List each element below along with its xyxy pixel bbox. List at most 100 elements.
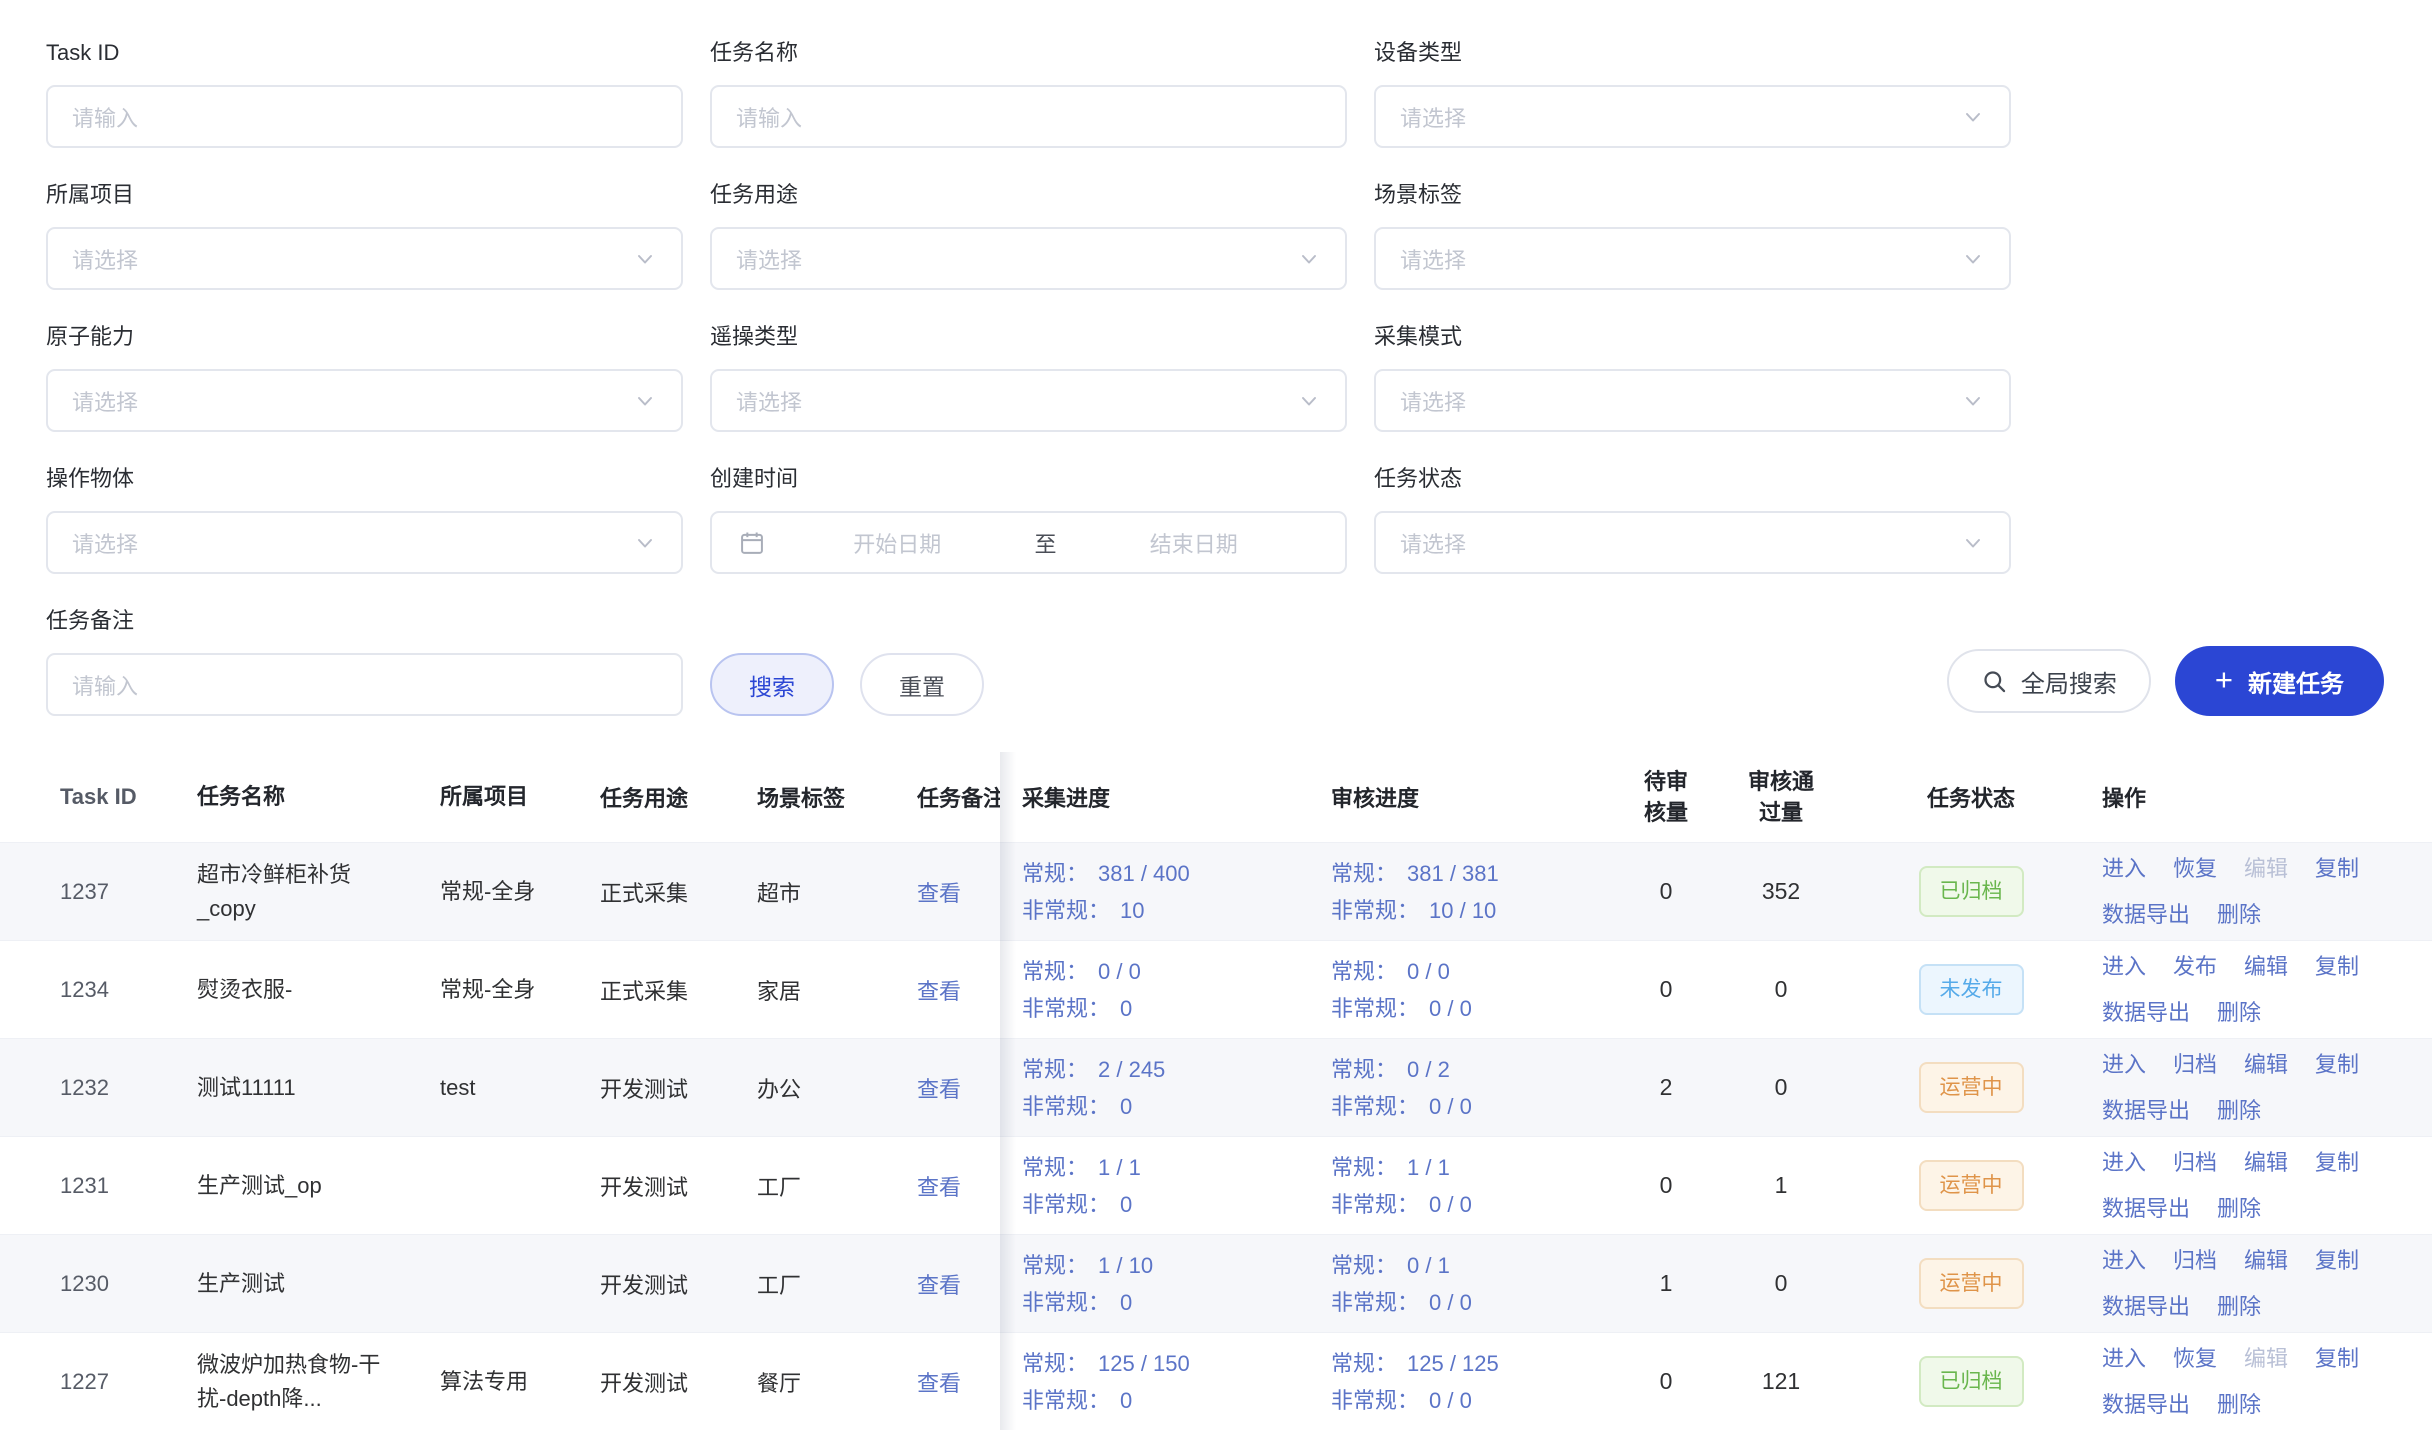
action-link[interactable]: 删除 — [2217, 1092, 2261, 1129]
cell-project: 常规-全身 — [440, 843, 600, 940]
action-link[interactable]: 数据导出 — [2102, 1092, 2190, 1129]
action-link[interactable]: 归档 — [2173, 1046, 2217, 1083]
action-link[interactable]: 进入 — [2102, 1340, 2146, 1377]
progress-regular-line: 常规：125 / 150 — [1022, 1345, 1190, 1382]
field-label: 原子能力 — [46, 324, 683, 350]
view-remark-link[interactable]: 查看 — [917, 1268, 961, 1300]
regular-label: 常规： — [1022, 1057, 1088, 1082]
cell-scene: 工厂 — [757, 1137, 917, 1234]
create-task-button[interactable]: + 新建任务 — [2175, 646, 2384, 716]
cell-collect-progress: 常规：1 / 10非常规：0 — [1022, 1235, 1331, 1332]
view-remark-link[interactable]: 查看 — [917, 1366, 961, 1398]
progress-regular-line: 常规：1 / 1 — [1331, 1149, 1472, 1186]
action-link[interactable]: 进入 — [2102, 1046, 2146, 1083]
action-link[interactable]: 复制 — [2315, 1144, 2359, 1181]
view-remark-link[interactable]: 查看 — [917, 1072, 961, 1104]
irregular-label: 非常规： — [1022, 1388, 1110, 1413]
action-link[interactable]: 恢复 — [2173, 850, 2217, 887]
action-link[interactable]: 恢复 — [2173, 1340, 2217, 1377]
action-link[interactable]: 归档 — [2173, 1144, 2217, 1181]
search-button[interactable]: 搜索 — [710, 653, 834, 716]
action-link[interactable]: 删除 — [2217, 1386, 2261, 1423]
irregular-value: 10 — [1120, 898, 1144, 923]
irregular-value: 0 / 0 — [1429, 1388, 1472, 1413]
filter-grid: Task ID请输入任务名称请输入设备类型请选择所属项目请选择任务用途请选择场景… — [46, 40, 2384, 608]
select-input[interactable]: 请选择 — [1374, 85, 2011, 148]
action-link[interactable]: 进入 — [2102, 1242, 2146, 1279]
input-placeholder: 请输入 — [72, 101, 138, 133]
action-link[interactable]: 复制 — [2315, 850, 2359, 887]
select-input[interactable]: 请选择 — [1374, 369, 2011, 432]
action-link[interactable]: 数据导出 — [2102, 994, 2190, 1031]
view-remark-link[interactable]: 查看 — [917, 876, 961, 908]
irregular-value: 0 / 0 — [1429, 996, 1472, 1021]
view-remark-link[interactable]: 查看 — [917, 1170, 961, 1202]
cell-name: 熨烫衣服- — [197, 941, 440, 1038]
action-link[interactable]: 复制 — [2315, 1340, 2359, 1377]
action-link[interactable]: 数据导出 — [2102, 896, 2190, 933]
filter-field-5: 场景标签请选择 — [1374, 182, 2011, 290]
action-link[interactable]: 编辑 — [2244, 1046, 2288, 1083]
calendar-icon — [738, 529, 766, 557]
filter-field-12: 任务备注请输入 — [46, 608, 683, 716]
irregular-value: 0 — [1120, 1290, 1132, 1315]
progress-lines: 常规：0 / 0非常规：0 — [1022, 953, 1141, 1027]
action-link[interactable]: 进入 — [2102, 948, 2146, 985]
chevron-down-icon — [1961, 531, 1985, 555]
progress-lines: 常规：0 / 2非常规：0 / 0 — [1331, 1051, 1472, 1125]
progress-regular-line: 常规：381 / 400 — [1022, 855, 1190, 892]
row-scroll-columns: 常规：1 / 10非常规：0常规：0 / 1非常规：0 / 010运营中进入归档… — [1000, 1235, 2432, 1332]
action-link[interactable]: 编辑 — [2244, 1144, 2288, 1181]
irregular-value: 0 / 0 — [1429, 1192, 1472, 1217]
action-link[interactable]: 复制 — [2315, 1242, 2359, 1279]
progress-lines: 常规：0 / 1非常规：0 / 0 — [1331, 1247, 1472, 1321]
action-link[interactable]: 数据导出 — [2102, 1190, 2190, 1227]
text-input[interactable]: 请输入 — [710, 85, 1347, 148]
action-link[interactable]: 数据导出 — [2102, 1386, 2190, 1423]
text-input[interactable]: 请输入 — [46, 653, 683, 716]
action-link[interactable]: 编辑 — [2244, 948, 2288, 985]
action-link[interactable]: 进入 — [2102, 1144, 2146, 1181]
irregular-value: 0 / 0 — [1429, 1094, 1472, 1119]
select-input[interactable]: 请选择 — [46, 369, 683, 432]
action-link[interactable]: 删除 — [2217, 1288, 2261, 1325]
select-input[interactable]: 请选择 — [1374, 511, 2011, 574]
action-link[interactable]: 复制 — [2315, 1046, 2359, 1083]
status-badge: 运营中 — [1919, 1062, 2024, 1113]
header-scene: 场景标签 — [757, 752, 917, 842]
plus-icon: + — [2215, 664, 2233, 695]
action-link[interactable]: 复制 — [2315, 948, 2359, 985]
cell-approved-count: 121 — [1711, 1333, 1851, 1430]
action-links: 进入归档编辑复制数据导出删除 — [2102, 1046, 2392, 1129]
table-row: 1237超市冷鲜柜补货_copy常规-全身正式采集超市查看常规：381 / 40… — [0, 842, 2432, 940]
select-input[interactable]: 请选择 — [46, 511, 683, 574]
regular-label: 常规： — [1331, 1253, 1397, 1278]
select-placeholder: 请选择 — [72, 243, 138, 275]
action-link[interactable]: 删除 — [2217, 994, 2261, 1031]
global-search-button[interactable]: 全局搜索 — [1947, 649, 2151, 713]
select-input[interactable]: 请选择 — [46, 227, 683, 290]
search-icon — [1981, 668, 2008, 695]
cell-actions: 进入发布编辑复制数据导出删除 — [2091, 941, 2432, 1038]
reset-button[interactable]: 重置 — [860, 653, 984, 716]
action-link[interactable]: 发布 — [2173, 948, 2217, 985]
text-input[interactable]: 请输入 — [46, 85, 683, 148]
regular-label: 常规： — [1022, 1155, 1088, 1180]
table-header-row: Task ID任务名称所属项目任务用途场景标签任务备注采集进度审核进度待审核量审… — [0, 752, 2432, 842]
select-input[interactable]: 请选择 — [710, 227, 1347, 290]
regular-label: 常规： — [1331, 959, 1397, 984]
action-link[interactable]: 删除 — [2217, 1190, 2261, 1227]
select-input[interactable]: 请选择 — [710, 369, 1347, 432]
create-task-label: 新建任务 — [2248, 664, 2344, 699]
action-link[interactable]: 归档 — [2173, 1242, 2217, 1279]
action-link[interactable]: 进入 — [2102, 850, 2146, 887]
cell-scene: 餐厅 — [757, 1333, 917, 1430]
action-link[interactable]: 编辑 — [2244, 1242, 2288, 1279]
action-link[interactable]: 数据导出 — [2102, 1288, 2190, 1325]
table-body: 1237超市冷鲜柜补货_copy常规-全身正式采集超市查看常规：381 / 40… — [0, 842, 2432, 1430]
date-range-picker[interactable]: 开始日期至结束日期 — [710, 511, 1347, 574]
view-remark-link[interactable]: 查看 — [917, 974, 961, 1006]
select-input[interactable]: 请选择 — [1374, 227, 2011, 290]
cell-approved-count: 1 — [1711, 1137, 1851, 1234]
action-link[interactable]: 删除 — [2217, 896, 2261, 933]
